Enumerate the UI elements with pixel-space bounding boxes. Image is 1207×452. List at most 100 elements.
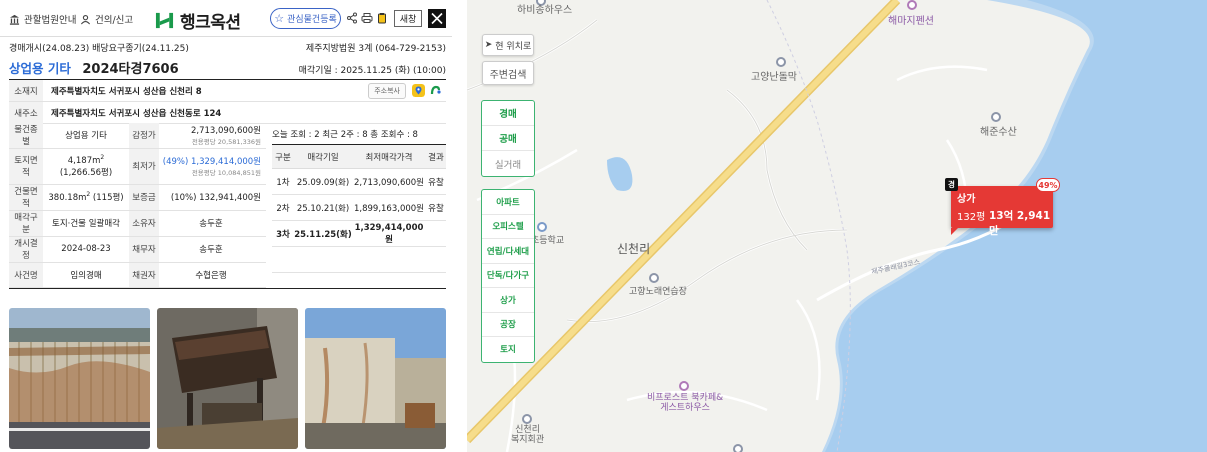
poi-marker[interactable] xyxy=(649,273,659,283)
property-photo-1[interactable] xyxy=(9,308,150,449)
share-icon[interactable] xyxy=(346,12,358,24)
date: 25.10.21(화) xyxy=(294,194,352,221)
detail-value: 380.18m2 (115평) xyxy=(43,184,129,211)
favorite-register-button[interactable]: ☆ 관심물건등록 xyxy=(270,8,341,29)
detail-key: 채무자 xyxy=(129,236,159,263)
detail-key: 최저가 xyxy=(129,148,159,185)
type-factory-button[interactable]: 공장 xyxy=(482,313,534,337)
minimum-price-sub: 전용평당 10,084,851원 xyxy=(191,169,261,177)
col-date: 매각기일 xyxy=(294,144,352,169)
detail-value: (49%) 1,329,414,000원전용평당 10,084,851원 xyxy=(159,148,266,185)
address-label: 소재지 xyxy=(9,80,43,101)
detail-row: 개시결정 2024-08-23 채무자 송두훈 xyxy=(9,236,266,263)
case-title-row: 상업용 기타 2024타경7606 매각기일 : 2025.11.25 (화) … xyxy=(9,58,446,77)
detail-value: 송두훈 xyxy=(159,236,266,263)
detail-value: 4,187m2 (1,266.56평) xyxy=(43,148,129,185)
detail-row: 건물면적 380.18m2 (115평) 보증금 (10%) 132,941,4… xyxy=(9,184,266,211)
detail-key: 건물면적 xyxy=(9,184,43,211)
detail-value: 송두훈 xyxy=(159,210,266,237)
marker-percent-badge: 49% xyxy=(1036,178,1060,192)
appraisal-value: 2,713,090,600원 xyxy=(190,126,261,137)
sale-date: 매각기일 : 2025.11.25 (화) (10:00) xyxy=(298,66,446,76)
court-info-link[interactable]: 관할법원안내 xyxy=(9,12,76,26)
bid-history-table: 구분 매각기일 최저매각가격 결과 1차 25.09.09(화) 2,713,0… xyxy=(272,144,446,273)
new-window-button[interactable]: 새창 xyxy=(394,10,422,27)
poi-marker[interactable] xyxy=(991,112,1001,122)
close-icon xyxy=(431,12,443,25)
map-label-village: 신천리 xyxy=(617,242,651,256)
poi-marker[interactable] xyxy=(907,0,917,10)
map-label-welfare-hall[interactable]: 신천리 복지회관 xyxy=(511,425,544,446)
copy-address-button[interactable]: 주소복사 xyxy=(368,82,406,99)
detail-value: 2,713,090,600원 전용평당 20,581,336원 xyxy=(159,123,266,149)
address-row: 소재지 제주특별자치도 서귀포시 성산읍 신천리 8 주소복사 xyxy=(9,80,446,102)
poi-marker[interactable] xyxy=(679,381,689,391)
detail-key: 물건종별 xyxy=(9,123,43,149)
map-label-pension[interactable]: 해마지펜션 xyxy=(888,12,934,27)
nearby-search-button[interactable]: 주변검색 xyxy=(482,61,534,85)
favorite-register-label: 관심물건등록 xyxy=(287,15,337,25)
date: 25.09.09(화) xyxy=(294,168,352,195)
new-address-label: 새주소 xyxy=(9,102,43,123)
map-label-bookcafe[interactable]: 비프로스트 북카페& 게스트하우스 xyxy=(647,393,723,414)
map-label-goyang[interactable]: 고양난돌막 xyxy=(751,68,797,83)
map-view[interactable]: 하비송하우스 해마지펜션 고양난돌막 해준수산 초등학교 신천리 고향노래연습장… xyxy=(467,0,1207,452)
bid-history-row: 2차 25.10.21(화) 1,899,163,000원 유찰 xyxy=(272,194,446,221)
property-photo-2[interactable] xyxy=(157,308,298,449)
auction-badge: 경 xyxy=(945,178,958,191)
map-label-house[interactable]: 하비송하우스 xyxy=(517,1,572,16)
detail-key: 사건명 xyxy=(9,262,43,288)
close-button[interactable] xyxy=(428,9,446,28)
mode-real-trade-button[interactable]: 실거래 xyxy=(482,151,534,176)
poi-marker[interactable] xyxy=(522,414,532,424)
type-house-button[interactable]: 단독/다가구 xyxy=(482,264,534,288)
court-contact: 제주지방법원 3계 (064-729-2153) xyxy=(305,44,446,54)
detail-row: 토지면적 4,187m2 (1,266.56평) 최저가 (49%) 1,329,… xyxy=(9,148,266,185)
detail-key: 감정가 xyxy=(129,123,159,149)
col-result: 결과 xyxy=(426,144,446,169)
property-photo-3[interactable] xyxy=(305,308,446,449)
mode-public-sale-button[interactable]: 공매 xyxy=(482,126,534,151)
top-bar: 관할법원안내 건의/신고 행크옥션 ☆ 관심물건등록 새창 xyxy=(0,0,452,37)
property-marker[interactable]: 상가 132평 13억 2,941만 xyxy=(951,186,1053,237)
mode-auction-button[interactable]: 경매 xyxy=(482,101,534,126)
type-store-button[interactable]: 상가 xyxy=(482,288,534,313)
date: 25.11.25(화) xyxy=(294,220,352,247)
bid-history-header: 구분 매각기일 최저매각가격 결과 xyxy=(272,144,446,169)
minimum-price-value: (49%) 1,329,414,000원 xyxy=(162,157,261,167)
type-land-button[interactable]: 토지 xyxy=(482,337,534,362)
map-label-school[interactable]: 초등학교 xyxy=(531,233,564,246)
map-pin-icon[interactable] xyxy=(412,84,425,97)
current-location-button[interactable]: ➤ 현 위치로 xyxy=(482,34,534,56)
marker-type: 상가 xyxy=(957,194,976,205)
print-icon[interactable] xyxy=(361,12,373,24)
court-info-label: 관할법원안내 xyxy=(24,15,77,26)
detail-value: (10%) 132,941,400원 xyxy=(159,184,266,211)
address-table: 소재지 제주특별자치도 서귀포시 성산읍 신천리 8 주소복사 새주소 제주특별… xyxy=(9,79,446,124)
report-link[interactable]: 건의/신고 xyxy=(80,12,133,26)
mode-filter-group: 경매 공매 실거래 xyxy=(481,100,535,177)
price: 2,713,090,600원 xyxy=(352,168,426,195)
type-apartment-button[interactable]: 아파트 xyxy=(482,190,534,215)
poi-marker[interactable] xyxy=(733,444,743,452)
map-canvas[interactable] xyxy=(467,0,1207,452)
logo-text: 행크옥션 xyxy=(180,13,241,33)
building-icon xyxy=(9,14,20,25)
memo-icon[interactable] xyxy=(376,12,388,24)
type-villa-button[interactable]: 연립/다세대 xyxy=(482,239,534,264)
type-officetel-button[interactable]: 오피스텔 xyxy=(482,215,534,239)
map-label-noraebang[interactable]: 고향노래연습장 xyxy=(629,284,687,297)
logo-mark-icon xyxy=(155,12,174,29)
map-label-haejun[interactable]: 해준수산 xyxy=(980,123,1017,138)
school-icon[interactable] xyxy=(537,222,547,232)
case-number: 2024타경7606 xyxy=(82,62,179,77)
marker-area: 132평 xyxy=(957,212,986,223)
person-icon xyxy=(80,14,91,24)
result xyxy=(426,220,446,247)
case-info-row: 경매개시(24.08.23) 배당요구종기(24.11.25) 제주지방법원 3… xyxy=(9,41,446,54)
case-dates: 경매개시(24.08.23) 배당요구종기(24.11.25) xyxy=(9,44,189,54)
logo[interactable]: 행크옥션 xyxy=(155,8,241,33)
poi-marker[interactable] xyxy=(776,57,786,67)
road-view-icon[interactable] xyxy=(429,84,442,97)
price: 1,899,163,000원 xyxy=(352,194,426,221)
